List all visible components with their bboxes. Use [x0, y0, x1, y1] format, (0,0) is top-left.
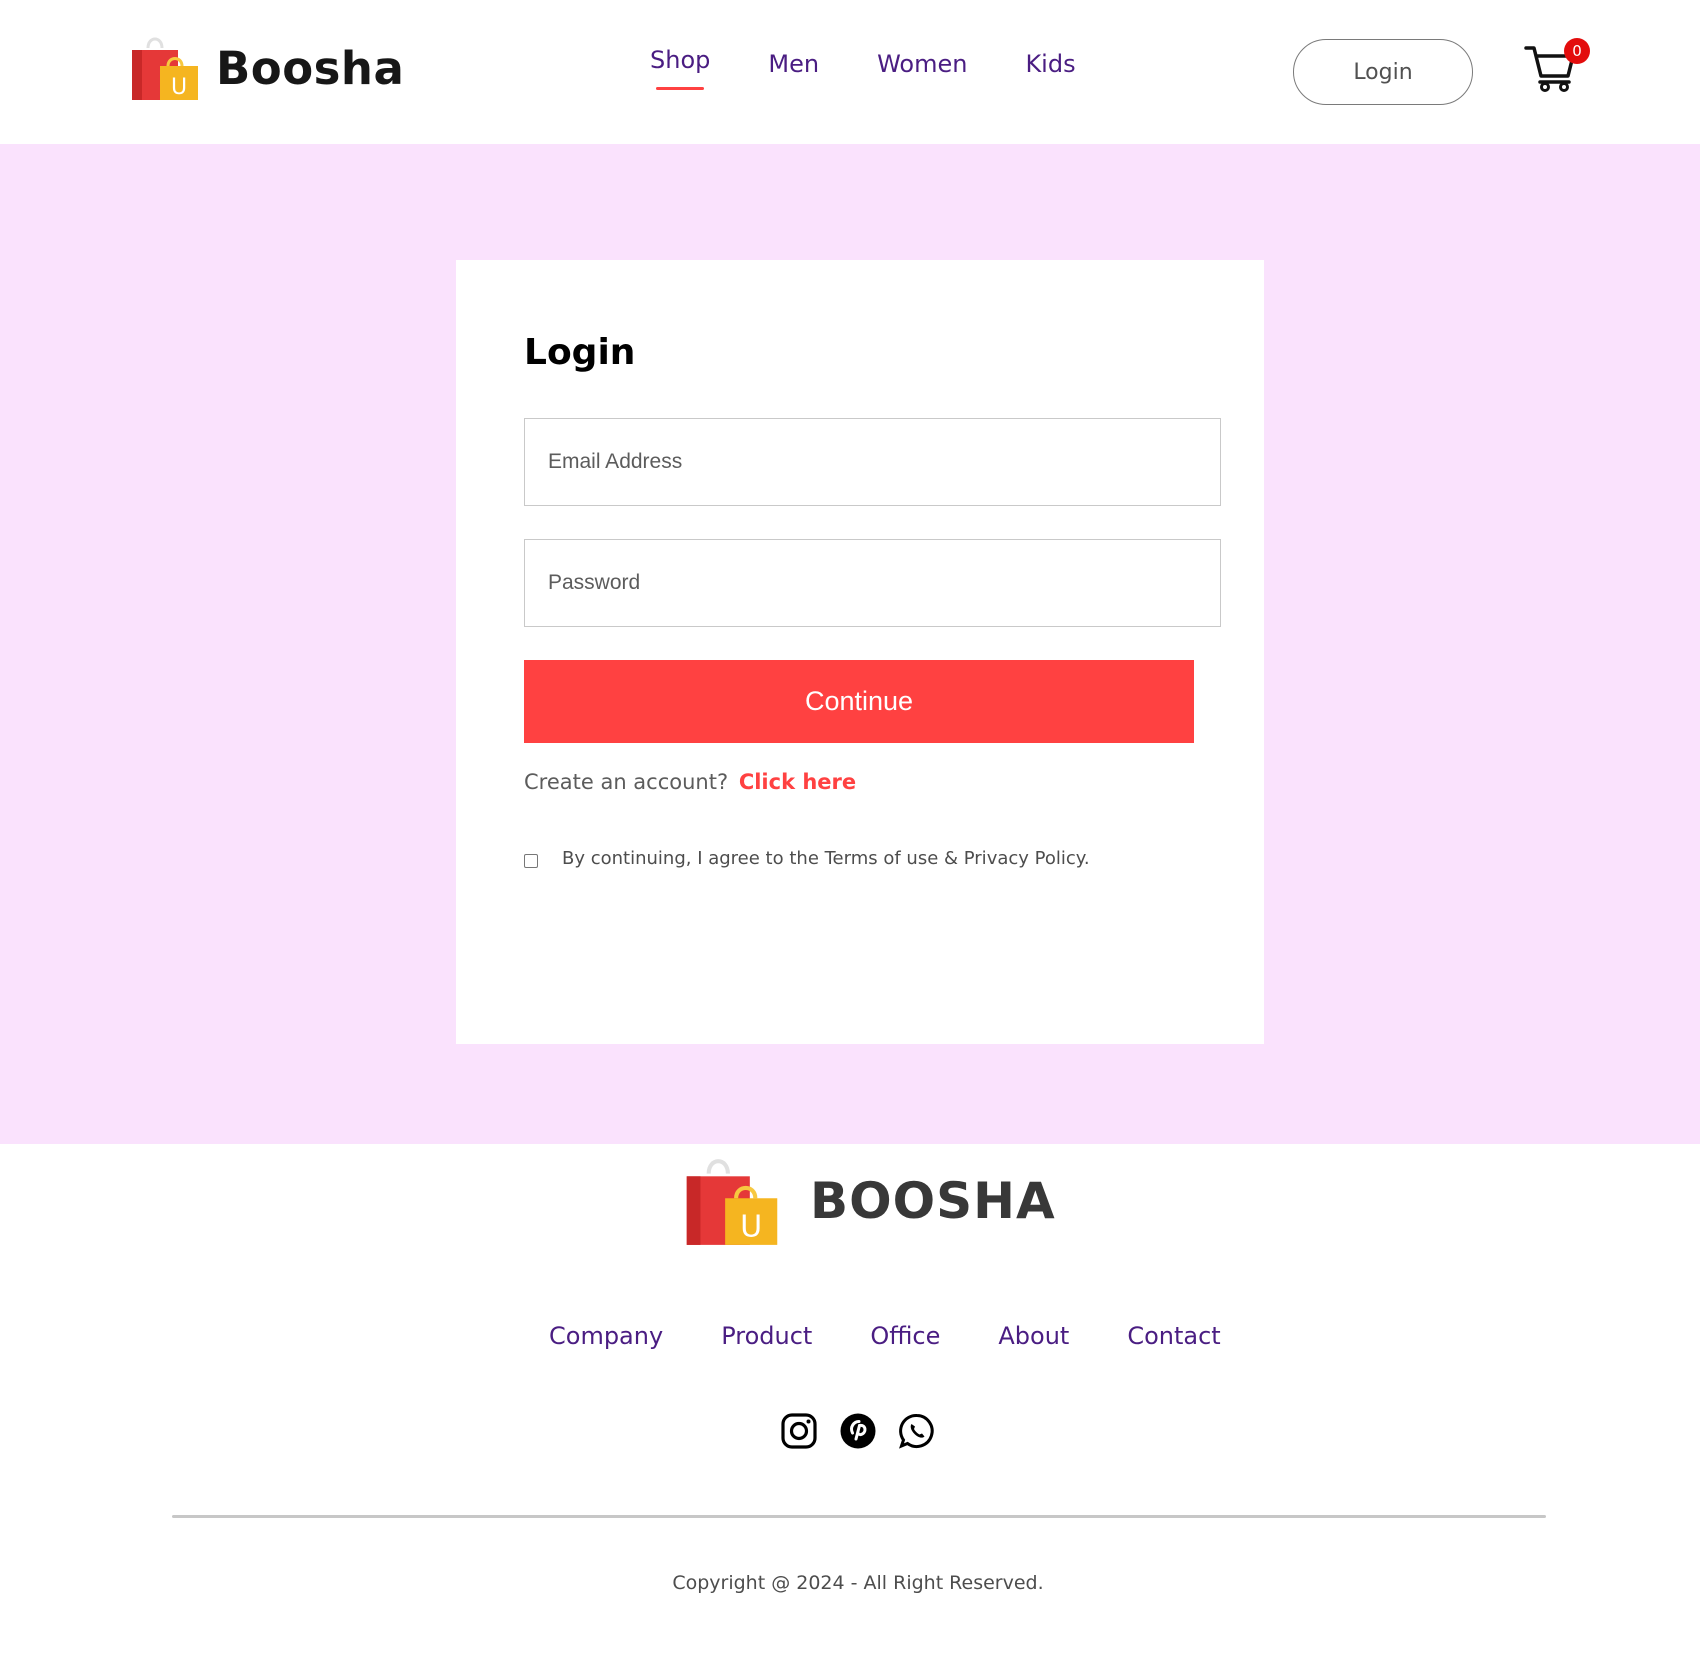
svg-text:U: U [740, 1210, 762, 1245]
footer-links: Company Product Office About Contact [549, 1322, 1279, 1350]
terms-text: By continuing, I agree to the Terms of u… [562, 848, 1090, 869]
shopping-bag-logo-icon: U [686, 1159, 778, 1245]
footer-link-office[interactable]: Office [870, 1322, 940, 1350]
create-account-line: Create an account? Click here [524, 770, 856, 794]
header-login-button[interactable]: Login [1293, 39, 1473, 105]
footer-link-product[interactable]: Product [721, 1322, 812, 1350]
whatsapp-icon[interactable] [898, 1412, 936, 1450]
shopping-bag-logo-icon: U [132, 37, 198, 100]
main-nav: Shop Men Women Kids [650, 46, 1134, 90]
nav-kids[interactable]: Kids [1025, 50, 1075, 78]
create-account-prompt: Create an account? [524, 770, 729, 794]
svg-text:U: U [171, 75, 187, 100]
email-input[interactable] [524, 418, 1221, 506]
nav-men[interactable]: Men [768, 50, 819, 78]
brand-name: Boosha [216, 41, 405, 95]
nav-shop[interactable]: Shop [650, 46, 710, 90]
site-header: U Boosha Shop Men Women Kids Login 0 [0, 0, 1700, 144]
login-card: Login Continue Create an account? Click … [456, 260, 1264, 1044]
nav-women[interactable]: Women [877, 50, 967, 78]
password-input[interactable] [524, 539, 1221, 627]
cart-button[interactable]: 0 [1524, 38, 1590, 94]
footer-link-company[interactable]: Company [549, 1322, 663, 1350]
login-section: Login Continue Create an account? Click … [0, 144, 1700, 1144]
login-title: Login [524, 332, 636, 373]
create-account-link[interactable]: Click here [739, 770, 856, 794]
instagram-icon[interactable] [780, 1412, 818, 1450]
continue-button[interactable]: Continue [524, 660, 1194, 743]
social-links [780, 1412, 957, 1450]
copyright-text: Copyright @ 2024 - All Right Reserved. [672, 1572, 1044, 1594]
cart-count-badge: 0 [1564, 38, 1590, 64]
terms-checkbox[interactable] [524, 853, 538, 868]
footer-link-contact[interactable]: Contact [1127, 1322, 1220, 1350]
site-footer: U BOOSHA Company Product Office About Co… [0, 1144, 1700, 1655]
footer-divider [172, 1515, 1546, 1518]
brand-logo[interactable]: U Boosha [130, 34, 404, 102]
footer-brand-name: BOOSHA [810, 1172, 1056, 1230]
footer-link-about[interactable]: About [998, 1322, 1069, 1350]
terms-agreement: By continuing, I agree to the Terms of u… [524, 848, 1090, 869]
pinterest-icon[interactable] [839, 1412, 877, 1450]
footer-brand-logo: U BOOSHA [684, 1154, 1056, 1248]
